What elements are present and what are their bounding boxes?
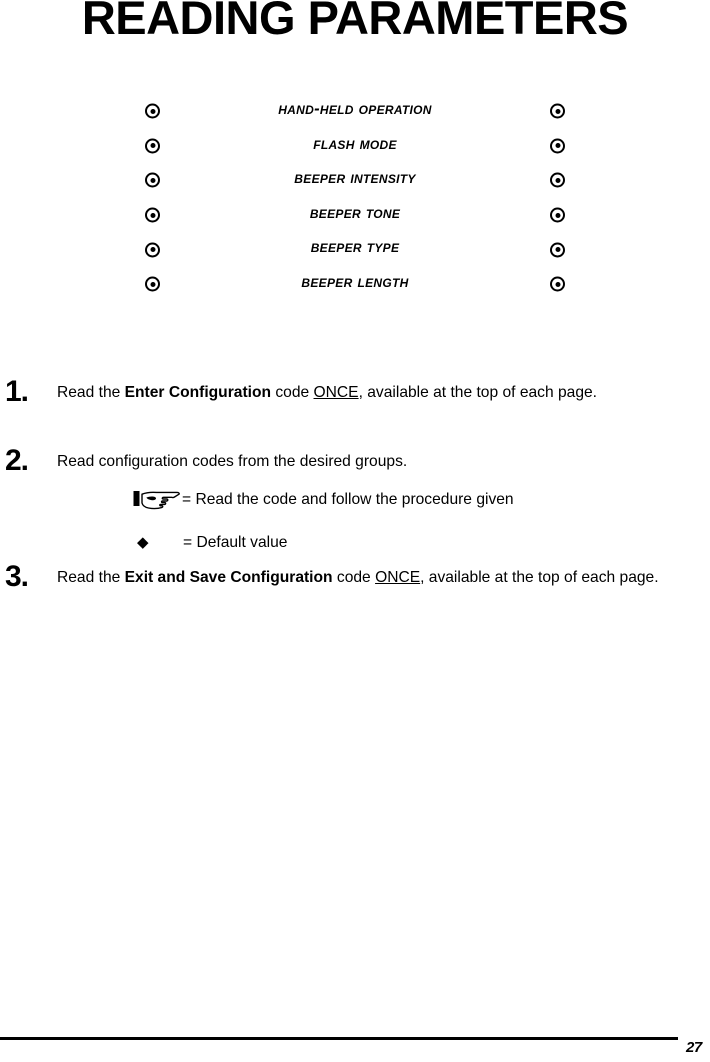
step-text: Read the Exit and Save Configuration cod… [57,568,708,589]
circled-dot-icon [550,276,565,292]
black-diamond-icon: ◆ [137,534,149,551]
step-text-mid: code [332,569,376,586]
circled-dot-icon [145,138,160,154]
parameter-label: Beeper Length [301,272,409,291]
step-text-bold: Exit and Save Configuration [124,569,333,586]
step-text-tail: , available at the top of each page. [420,569,659,586]
page-title: READING PARAMETERS [81,0,629,44]
circled-dot-icon [145,276,160,292]
parameter-row: Beeper Length [0,267,710,302]
circled-dot-icon [145,207,160,223]
step-text-bold: Enter Configuration [124,384,272,401]
circled-dot-icon [145,172,160,188]
parameter-row: Beeper Type [0,232,710,267]
parameter-row: Flash Mode [0,129,710,164]
step-text-lead: Read the [57,569,125,586]
circled-dot-icon [550,172,565,188]
step-text-underline: ONCE [375,569,421,586]
page-number: 27 [686,1039,702,1056]
circled-dot-icon [550,242,565,258]
step-text-lead: Read the [57,384,125,401]
step-text-tail: , available at the top of each page. [358,384,597,401]
circled-dot-icon [550,138,565,154]
step-number: 2. [5,444,29,477]
parameter-label: Beeper Intensity [294,169,416,188]
pointing-hand-icon [133,489,181,511]
circled-dot-icon [550,207,565,223]
legend-label: = Read the code and follow the procedure… [182,491,514,508]
step-text-underline: ONCE [313,384,359,401]
circled-dot-icon [145,103,160,119]
step-number: 3. [5,560,29,593]
step-text: Read the Enter Configuration code ONCE, … [57,383,708,404]
step-text-lead: Read configuration codes from the desire… [57,453,408,470]
footer-divider [0,1037,678,1040]
circled-dot-icon [550,103,565,119]
parameter-label: Hand-Held Operation [278,100,432,118]
step-text: Read configuration codes from the desire… [57,452,708,473]
parameter-row: Beeper Tone [0,198,710,233]
parameter-label: Beeper Tone [309,203,401,222]
parameter-label: Flash Mode [313,134,397,153]
step-text-mid: code [271,384,314,401]
parameter-row: Hand-Held Operation [0,94,710,129]
parameter-label: Beeper Type [310,238,400,257]
parameter-list: Hand-Held Operation Flash Mode Beeper In… [0,94,710,302]
step-number: 1. [5,375,29,408]
legend-label: = Default value [183,534,288,551]
circled-dot-icon [145,242,160,258]
parameter-row: Beeper Intensity [0,163,710,198]
